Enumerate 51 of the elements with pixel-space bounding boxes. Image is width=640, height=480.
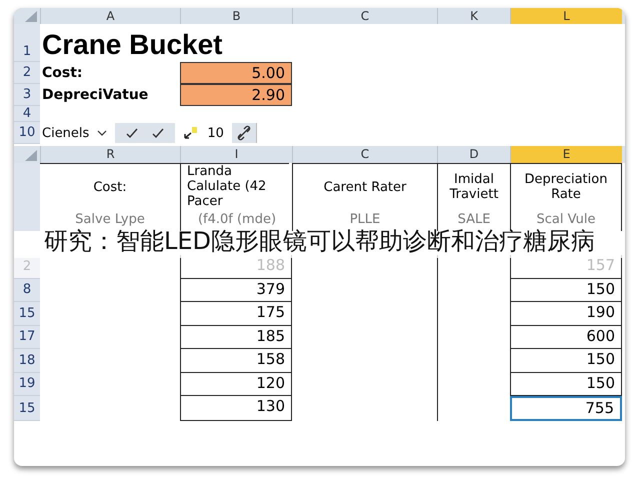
row-header[interactable]: 18 [14,349,40,372]
link-button[interactable] [232,123,257,143]
row-header[interactable]: 8 [14,278,40,302]
row-header[interactable]: 10 [14,122,40,144]
table-cell[interactable]: 600 [510,326,622,349]
check-icon[interactable] [125,127,140,139]
column-header[interactable]: L [510,8,622,24]
header-cell: Depreciation Rate [510,163,622,210]
font-name[interactable]: Cienels [42,126,90,140]
header-cell: Imidal Traviett [437,163,510,210]
column-header[interactable]: R [40,146,180,163]
caret-icon[interactable] [97,130,108,136]
table-cell[interactable]: 150 [510,349,622,372]
row-header[interactable]: 17 [14,326,40,349]
format-icon[interactable] [183,125,200,141]
column-header[interactable]: I [180,146,292,163]
label-cell-text: DepreciVatue [41,86,150,105]
link-icon [236,125,252,141]
sheet-title: Crane Bucket [41,28,224,62]
column-header[interactable]: B [180,8,292,24]
value-cell: 5.00 [180,62,292,84]
check-icon[interactable] [151,127,166,139]
column-header[interactable]: C [292,146,437,163]
table-cell: 130 [180,396,292,421]
table-cell: 185 [180,326,292,349]
table-cell[interactable]: 150 [510,372,622,396]
font-size[interactable]: 10 [207,126,224,140]
table-cell[interactable]: 755 [510,396,622,421]
table-cell[interactable]: 150 [510,278,622,302]
table-cell: 175 [180,302,292,326]
subheader-cell-text: Salve Lype [74,211,146,228]
row-header[interactable]: 15 [14,396,40,421]
caption-text: 研究：智能LED隐形眼镜可以帮助诊断和治疗糖尿病 [44,228,595,254]
column-header[interactable]: A [40,8,180,24]
table-cell: 120 [180,372,292,396]
header-cell: Carent Rater [292,163,437,210]
column-header[interactable]: C [292,8,437,24]
table-cell: 379 [180,278,292,302]
header-cell: Lranda Calulate (42 Pacer [180,163,289,210]
table-cell: 158 [180,349,292,372]
row-header[interactable]: 2 [14,62,40,84]
value-cell: 2.90 [180,84,292,106]
row-header[interactable]: 1 [14,24,40,62]
table-cell[interactable]: 190 [510,302,622,326]
header-cell: Cost: [40,163,180,210]
row-header[interactable]: 15 [14,302,40,326]
row-header[interactable]: 19 [14,372,40,396]
column-header[interactable]: E [510,146,622,163]
row-header[interactable]: 4 [14,106,40,122]
row-header[interactable]: 3 [14,84,40,106]
label-cell-text: Cost: [41,64,84,83]
